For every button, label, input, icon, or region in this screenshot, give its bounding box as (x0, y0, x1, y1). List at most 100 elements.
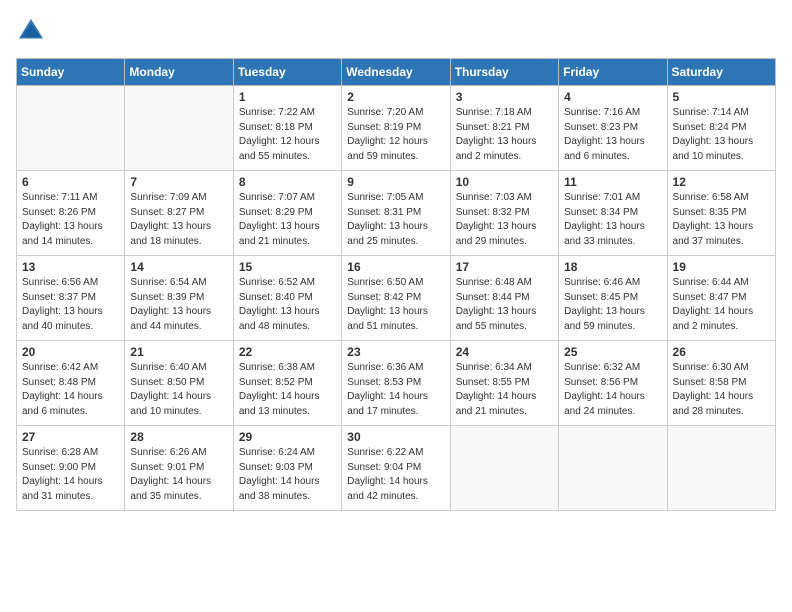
day-number: 4 (564, 90, 661, 104)
calendar-week-4: 27 Sunrise: 6:28 AM Sunset: 9:00 PM Dayli… (17, 426, 776, 511)
day-number: 17 (456, 260, 553, 274)
day-info: Sunrise: 6:56 AM Sunset: 8:37 PM Dayligh… (22, 276, 119, 334)
day-info: Sunrise: 7:05 AM Sunset: 8:31 PM Dayligh… (347, 191, 444, 249)
day-number: 1 (239, 90, 336, 104)
calendar-cell: 27 Sunrise: 6:28 AM Sunset: 9:00 PM Dayli… (17, 426, 125, 511)
col-header-friday: Friday (559, 59, 667, 86)
calendar-cell: 19 Sunrise: 6:44 AM Sunset: 8:47 PM Dayli… (667, 256, 775, 341)
calendar-cell (17, 86, 125, 171)
calendar-cell (667, 426, 775, 511)
day-info: Sunrise: 6:48 AM Sunset: 8:44 PM Dayligh… (456, 276, 553, 334)
col-header-sunday: Sunday (17, 59, 125, 86)
day-number: 16 (347, 260, 444, 274)
day-number: 8 (239, 175, 336, 189)
calendar-week-0: 1 Sunrise: 7:22 AM Sunset: 8:18 PM Daylig… (17, 86, 776, 171)
calendar-cell: 23 Sunrise: 6:36 AM Sunset: 8:53 PM Dayli… (342, 341, 450, 426)
day-info: Sunrise: 6:40 AM Sunset: 8:50 PM Dayligh… (130, 361, 227, 419)
day-number: 14 (130, 260, 227, 274)
day-info: Sunrise: 6:28 AM Sunset: 9:00 PM Dayligh… (22, 446, 119, 504)
day-info: Sunrise: 6:22 AM Sunset: 9:04 PM Dayligh… (347, 446, 444, 504)
calendar-week-2: 13 Sunrise: 6:56 AM Sunset: 8:37 PM Dayli… (17, 256, 776, 341)
calendar-cell: 9 Sunrise: 7:05 AM Sunset: 8:31 PM Daylig… (342, 171, 450, 256)
day-number: 7 (130, 175, 227, 189)
calendar-cell: 26Sunrise: 6:30 AM Sunset: 8:58 PM Dayli… (667, 341, 775, 426)
day-number: 26 (673, 345, 770, 359)
day-info: Sunrise: 6:58 AM Sunset: 8:35 PM Dayligh… (673, 191, 770, 249)
day-info: Sunrise: 6:32 AM Sunset: 8:56 PM Dayligh… (564, 361, 661, 419)
calendar-cell: 13 Sunrise: 6:56 AM Sunset: 8:37 PM Dayli… (17, 256, 125, 341)
day-info: Sunrise: 6:50 AM Sunset: 8:42 PM Dayligh… (347, 276, 444, 334)
day-number: 29 (239, 430, 336, 444)
day-number: 15 (239, 260, 336, 274)
calendar-cell: 28 Sunrise: 6:26 AM Sunset: 9:01 PM Dayli… (125, 426, 233, 511)
day-info: Sunrise: 7:07 AM Sunset: 8:29 PM Dayligh… (239, 191, 336, 249)
day-info: Sunrise: 6:26 AM Sunset: 9:01 PM Dayligh… (130, 446, 227, 504)
day-number: 13 (22, 260, 119, 274)
day-number: 18 (564, 260, 661, 274)
calendar-cell: 7 Sunrise: 7:09 AM Sunset: 8:27 PM Daylig… (125, 171, 233, 256)
calendar-cell (559, 426, 667, 511)
day-info: Sunrise: 7:11 AM Sunset: 8:26 PM Dayligh… (22, 191, 119, 249)
calendar-cell: 15 Sunrise: 6:52 AM Sunset: 8:40 PM Dayli… (233, 256, 341, 341)
day-info: Sunrise: 6:36 AM Sunset: 8:53 PM Dayligh… (347, 361, 444, 419)
day-info: Sunrise: 7:03 AM Sunset: 8:32 PM Dayligh… (456, 191, 553, 249)
calendar-cell: 1 Sunrise: 7:22 AM Sunset: 8:18 PM Daylig… (233, 86, 341, 171)
day-info: Sunrise: 6:24 AM Sunset: 9:03 PM Dayligh… (239, 446, 336, 504)
calendar-cell: 14 Sunrise: 6:54 AM Sunset: 8:39 PM Dayli… (125, 256, 233, 341)
day-number: 27 (22, 430, 119, 444)
col-header-tuesday: Tuesday (233, 59, 341, 86)
calendar-week-3: 20 Sunrise: 6:42 AM Sunset: 8:48 PM Dayli… (17, 341, 776, 426)
logo (16, 16, 50, 46)
day-info: Sunrise: 7:09 AM Sunset: 8:27 PM Dayligh… (130, 191, 227, 249)
calendar-cell: 11 Sunrise: 7:01 AM Sunset: 8:34 PM Dayli… (559, 171, 667, 256)
col-header-thursday: Thursday (450, 59, 558, 86)
day-info: Sunrise: 6:42 AM Sunset: 8:48 PM Dayligh… (22, 361, 119, 419)
day-number: 6 (22, 175, 119, 189)
calendar-cell: 20 Sunrise: 6:42 AM Sunset: 8:48 PM Dayli… (17, 341, 125, 426)
calendar-cell: 16 Sunrise: 6:50 AM Sunset: 8:42 PM Dayli… (342, 256, 450, 341)
calendar-cell: 21Sunrise: 6:40 AM Sunset: 8:50 PM Dayli… (125, 341, 233, 426)
day-number: 28 (130, 430, 227, 444)
header-row: SundayMondayTuesdayWednesdayThursdayFrid… (17, 59, 776, 86)
calendar-cell: 24Sunrise: 6:34 AM Sunset: 8:55 PM Dayli… (450, 341, 558, 426)
day-number: 30 (347, 430, 444, 444)
day-number: 20 (22, 345, 119, 359)
day-info: Sunrise: 6:44 AM Sunset: 8:47 PM Dayligh… (673, 276, 770, 334)
day-number: 10 (456, 175, 553, 189)
col-header-monday: Monday (125, 59, 233, 86)
calendar-cell: 29 Sunrise: 6:24 AM Sunset: 9:03 PM Dayli… (233, 426, 341, 511)
day-info: Sunrise: 7:16 AM Sunset: 8:23 PM Dayligh… (564, 106, 661, 164)
calendar-cell: 4 Sunrise: 7:16 AM Sunset: 8:23 PM Daylig… (559, 86, 667, 171)
day-number: 11 (564, 175, 661, 189)
col-header-saturday: Saturday (667, 59, 775, 86)
calendar-cell: 30 Sunrise: 6:22 AM Sunset: 9:04 PM Dayli… (342, 426, 450, 511)
calendar-cell: 2Sunrise: 7:20 AM Sunset: 8:19 PM Daylig… (342, 86, 450, 171)
calendar-cell: 12 Sunrise: 6:58 AM Sunset: 8:35 PM Dayli… (667, 171, 775, 256)
day-info: Sunrise: 6:52 AM Sunset: 8:40 PM Dayligh… (239, 276, 336, 334)
day-info: Sunrise: 7:01 AM Sunset: 8:34 PM Dayligh… (564, 191, 661, 249)
calendar-cell (125, 86, 233, 171)
day-number: 5 (673, 90, 770, 104)
page-header (16, 16, 776, 46)
calendar-cell (450, 426, 558, 511)
day-number: 25 (564, 345, 661, 359)
col-header-wednesday: Wednesday (342, 59, 450, 86)
calendar-cell: 25 Sunrise: 6:32 AM Sunset: 8:56 PM Dayli… (559, 341, 667, 426)
calendar-cell: 5 Sunrise: 7:14 AM Sunset: 8:24 PM Daylig… (667, 86, 775, 171)
calendar-cell: 8 Sunrise: 7:07 AM Sunset: 8:29 PM Daylig… (233, 171, 341, 256)
calendar-cell: 6 Sunrise: 7:11 AM Sunset: 8:26 PM Daylig… (17, 171, 125, 256)
day-number: 12 (673, 175, 770, 189)
day-number: 23 (347, 345, 444, 359)
logo-icon (16, 16, 46, 46)
day-number: 19 (673, 260, 770, 274)
day-info: Sunrise: 7:20 AM Sunset: 8:19 PM Dayligh… (347, 106, 444, 164)
day-number: 9 (347, 175, 444, 189)
day-info: Sunrise: 7:14 AM Sunset: 8:24 PM Dayligh… (673, 106, 770, 164)
day-info: Sunrise: 6:38 AM Sunset: 8:52 PM Dayligh… (239, 361, 336, 419)
day-info: Sunrise: 6:46 AM Sunset: 8:45 PM Dayligh… (564, 276, 661, 334)
day-number: 3 (456, 90, 553, 104)
calendar-cell: 10 Sunrise: 7:03 AM Sunset: 8:32 PM Dayli… (450, 171, 558, 256)
day-info: Sunrise: 6:54 AM Sunset: 8:39 PM Dayligh… (130, 276, 227, 334)
day-info: Sunrise: 7:22 AM Sunset: 8:18 PM Dayligh… (239, 106, 336, 164)
day-info: Sunrise: 7:18 AM Sunset: 8:21 PM Dayligh… (456, 106, 553, 164)
